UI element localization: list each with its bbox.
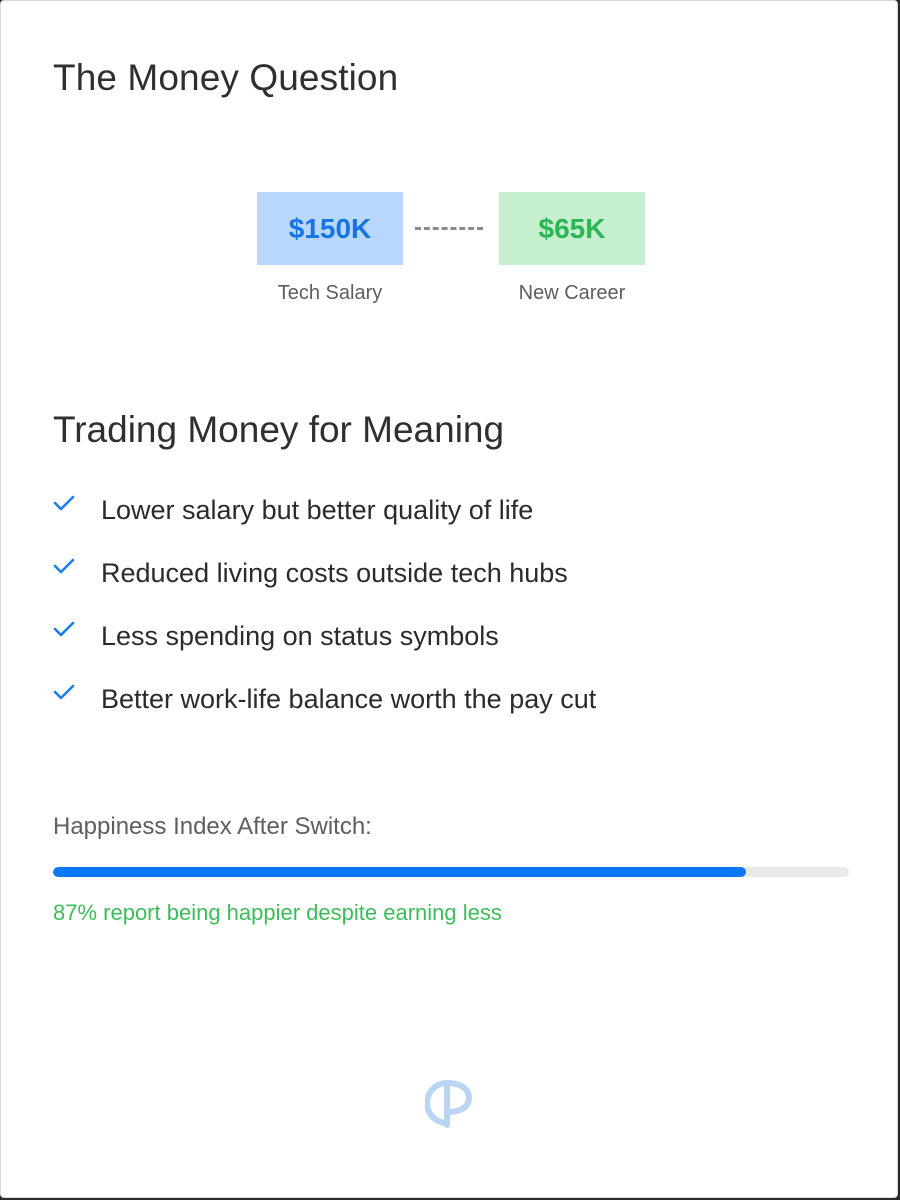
tech-salary-label: Tech Salary (277, 282, 383, 304)
list-item-text: Better work-life balance worth the pay c… (101, 684, 597, 714)
section-title: Trading Money for Meaning (53, 409, 505, 450)
benefits-list: Lower salary but better quality of life … (53, 491, 853, 743)
list-item: Reduced living costs outside tech hubs (53, 554, 853, 617)
tech-salary-box: $150K (257, 192, 403, 265)
check-icon (53, 495, 75, 511)
content-card: The Money Question $150K $65K Tech Salar… (0, 0, 898, 1198)
dashed-connector (415, 227, 483, 230)
new-career-box: $65K (499, 192, 645, 265)
happiness-progress-bar (53, 867, 849, 877)
happiness-index-label: Happiness Index After Switch: (53, 813, 372, 840)
list-item: Less spending on status symbols (53, 617, 853, 680)
check-icon (53, 621, 75, 637)
list-item-text: Less spending on status symbols (101, 621, 499, 651)
new-career-label: New Career (518, 282, 626, 304)
list-item-text: Lower salary but better quality of life (101, 495, 534, 525)
list-item-text: Reduced living costs outside tech hubs (101, 558, 568, 588)
tech-salary-amount: $150K (288, 212, 372, 244)
new-career-amount: $65K (538, 212, 606, 244)
list-item: Better work-life balance worth the pay c… (53, 680, 853, 743)
happiness-progress-fill (53, 867, 746, 877)
page-title: The Money Question (53, 57, 399, 98)
check-icon (53, 684, 75, 700)
list-item: Lower salary but better quality of life (53, 491, 853, 554)
happiness-caption: 87% report being happier despite earning… (53, 900, 502, 925)
cp-logo-icon (425, 1080, 473, 1128)
salary-comparison: $150K $65K Tech Salary New Career (257, 192, 645, 312)
check-icon (53, 558, 75, 574)
